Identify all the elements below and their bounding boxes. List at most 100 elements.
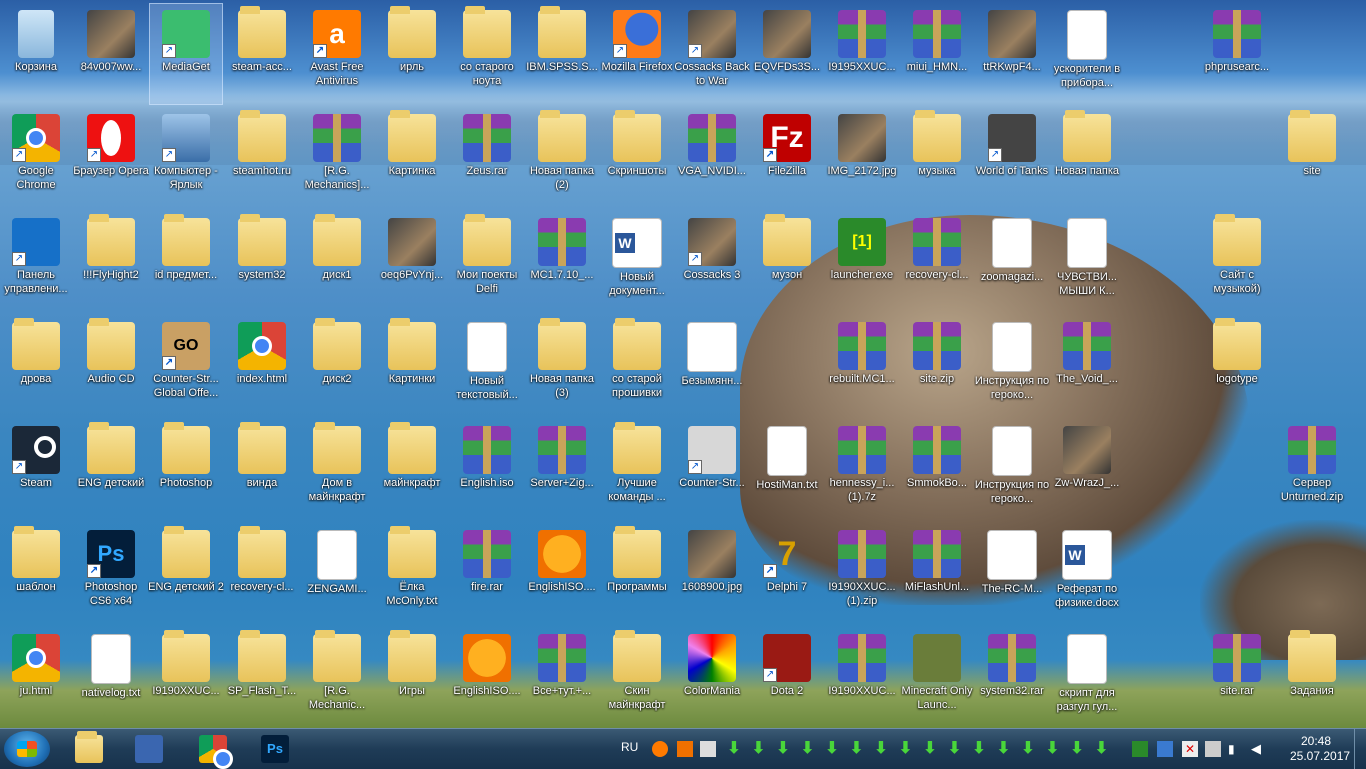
desktop-icon[interactable]: музыка	[901, 108, 973, 208]
download-arrow-icon[interactable]: ⬇	[971, 741, 987, 757]
download-arrow-icon[interactable]: ⬇	[898, 741, 914, 757]
desktop-icon[interactable]: Корзина	[0, 4, 72, 104]
download-arrow-icon[interactable]: ⬇	[849, 741, 865, 757]
taskbar-photoshop-button[interactable]: Ps	[248, 732, 302, 766]
clock[interactable]: 20:48 25.07.2017	[1290, 734, 1350, 764]
desktop-icon[interactable]: The_Void_...	[1051, 316, 1123, 416]
desktop-icon[interactable]: zoomagazi...	[976, 212, 1048, 312]
desktop-icon[interactable]: I9190XXUC... (1).zip	[826, 524, 898, 624]
desktop-icon[interactable]: MiFlashUnl...	[901, 524, 973, 624]
desktop-icon[interactable]: со старого ноута	[451, 4, 523, 104]
download-arrow-icon[interactable]: ⬇	[824, 741, 840, 757]
desktop-icon[interactable]: Cossacks 3	[676, 212, 748, 312]
desktop-icon[interactable]: музон	[751, 212, 823, 312]
desktop-icon[interactable]: 7 Delphi 7	[751, 524, 823, 624]
desktop-icon[interactable]: Мои поекты Delfi	[451, 212, 523, 312]
desktop-icon[interactable]: майнкрафт	[376, 420, 448, 520]
desktop-icon[interactable]: IMG_2172.jpg	[826, 108, 898, 208]
download-arrow-icon[interactable]: ⬇	[1020, 741, 1036, 757]
desktop-icon[interactable]: IBM.SPSS.S...	[526, 4, 598, 104]
desktop-icon[interactable]: Zw-WrazJ_...	[1051, 420, 1123, 520]
desktop-icon[interactable]: Новая папка (2)	[526, 108, 598, 208]
desktop-icon[interactable]: ЧУВСТВИ... МЫШИ К...	[1051, 212, 1123, 312]
desktop-icon[interactable]: Скин майнкрафт	[601, 628, 673, 728]
desktop-icon[interactable]: Mozilla Firefox	[601, 4, 673, 104]
desktop-icon[interactable]: phprusearc...	[1201, 4, 1273, 104]
volume-icon[interactable]: ◀	[1251, 741, 1267, 757]
app-tray-icon[interactable]	[677, 741, 693, 757]
desktop-icon[interactable]: English.iso	[451, 420, 523, 520]
desktop-icon[interactable]: диск2	[301, 316, 373, 416]
desktop-icon[interactable]: steam-acc...	[226, 4, 298, 104]
desktop-icon[interactable]: system32.rar	[976, 628, 1048, 728]
nvidia-tray-icon[interactable]	[1132, 741, 1148, 757]
desktop-icon[interactable]: Новый текстовый...	[451, 316, 523, 416]
desktop-icon[interactable]: Программы	[601, 524, 673, 624]
desktop-icon[interactable]: system32	[226, 212, 298, 312]
desktop-icon[interactable]: ColorMania	[676, 628, 748, 728]
show-desktop-button[interactable]	[1354, 729, 1366, 769]
avast-tray-icon[interactable]	[652, 741, 668, 757]
desktop-icon[interactable]: EQVFDs3S...	[751, 4, 823, 104]
desktop-icon[interactable]: logotype	[1201, 316, 1273, 416]
download-arrow-icon[interactable]: ⬇	[726, 741, 742, 757]
signal-icon[interactable]: ▮	[1228, 741, 1244, 757]
desktop-icon[interactable]: VGA_NVIDI...	[676, 108, 748, 208]
taskbar-explorer-button[interactable]	[62, 731, 116, 766]
desktop-icon[interactable]: I9190XXUC...	[150, 628, 222, 728]
desktop-icon[interactable]: Новый документ...	[601, 212, 673, 312]
desktop-icon[interactable]: ирль	[376, 4, 448, 104]
desktop-icon[interactable]: Лучшие команды ...	[601, 420, 673, 520]
desktop-icon[interactable]: ENG детский	[75, 420, 147, 520]
flag-error-icon[interactable]: ✕	[1182, 741, 1198, 757]
desktop-icon[interactable]: Новая папка	[1051, 108, 1123, 208]
desktop-icon[interactable]: hennessy_i... (1).7z	[826, 420, 898, 520]
desktop-icon[interactable]: Steam	[0, 420, 72, 520]
desktop-icon[interactable]: World of Tanks	[976, 108, 1048, 208]
desktop-icon[interactable]: SP_Flash_T...	[226, 628, 298, 728]
desktop-icon[interactable]: site	[1276, 108, 1348, 208]
desktop-icon[interactable]: Дом в майнкрафт	[301, 420, 373, 520]
network-tray-icon[interactable]	[1157, 741, 1173, 757]
desktop-icon[interactable]: ju.html	[0, 628, 72, 728]
desktop-icon[interactable]: recovery-cl...	[226, 524, 298, 624]
desktop-icon[interactable]: Скриншоты	[601, 108, 673, 208]
desktop-icon[interactable]: Photoshop	[150, 420, 222, 520]
desktop-icon[interactable]: ZENGAMI...	[301, 524, 373, 624]
desktop-icon[interactable]: EnglishISO....	[526, 524, 598, 624]
desktop-icon[interactable]: Audio CD	[75, 316, 147, 416]
download-arrow-icon[interactable]: ⬇	[1094, 741, 1110, 757]
desktop-icon[interactable]: SmmokBo...	[901, 420, 973, 520]
taskbar-chrome-button[interactable]	[186, 732, 240, 769]
download-arrow-icon[interactable]: ⬇	[775, 741, 791, 757]
desktop-icon[interactable]: id предмет...	[150, 212, 222, 312]
desktop-icon[interactable]: Сайт с музыкой)	[1201, 212, 1273, 312]
desktop-icon[interactable]: Компьютер - Ярлык	[150, 108, 222, 208]
desktop-icon[interactable]: дрова	[0, 316, 72, 416]
desktop-icon[interactable]: index.html	[226, 316, 298, 416]
desktop-icon[interactable]: Браузер Opera	[73, 108, 149, 208]
desktop-icon[interactable]: Безымянн...	[676, 316, 748, 416]
desktop-icon[interactable]: Задания	[1276, 628, 1348, 728]
desktop-icon[interactable]: шаблон	[0, 524, 72, 624]
desktop-icon[interactable]: fire.rar	[451, 524, 523, 624]
desktop-icon[interactable]: Все+тут.+...	[526, 628, 598, 728]
desktop-icon[interactable]: Google Chrome	[0, 108, 72, 208]
desktop-icon[interactable]: recovery-cl...	[901, 212, 973, 312]
desktop-icon[interactable]: скрипт для разгул гул...	[1051, 628, 1123, 728]
desktop-icon[interactable]: Dota 2	[751, 628, 823, 728]
download-arrow-icon[interactable]: ⬇	[800, 741, 816, 757]
keyboard-tray-icon[interactable]	[700, 741, 716, 757]
download-arrow-icon[interactable]: ⬇	[873, 741, 889, 757]
desktop-icon[interactable]: HostiMan.txt	[751, 420, 823, 520]
download-arrow-icon[interactable]: ⬇	[947, 741, 963, 757]
desktop-icon[interactable]: Инструкция по героко...	[975, 316, 1049, 416]
desktop-icon[interactable]: a Avast Free Antivirus	[301, 4, 373, 104]
desktop-icon[interactable]: ENG детский 2	[148, 524, 224, 624]
desktop[interactable]: Корзина84v007ww...MediaGetsteam-acc...aA…	[0, 0, 1366, 728]
start-button[interactable]	[4, 731, 50, 767]
desktop-icon[interactable]: Cossacks Back to War	[674, 4, 750, 104]
desktop-icon[interactable]: Инструкция по героко...	[975, 420, 1049, 520]
desktop-icon[interactable]: Minecraft Only Launc...	[901, 628, 973, 728]
download-arrow-icon[interactable]: ⬇	[996, 741, 1012, 757]
